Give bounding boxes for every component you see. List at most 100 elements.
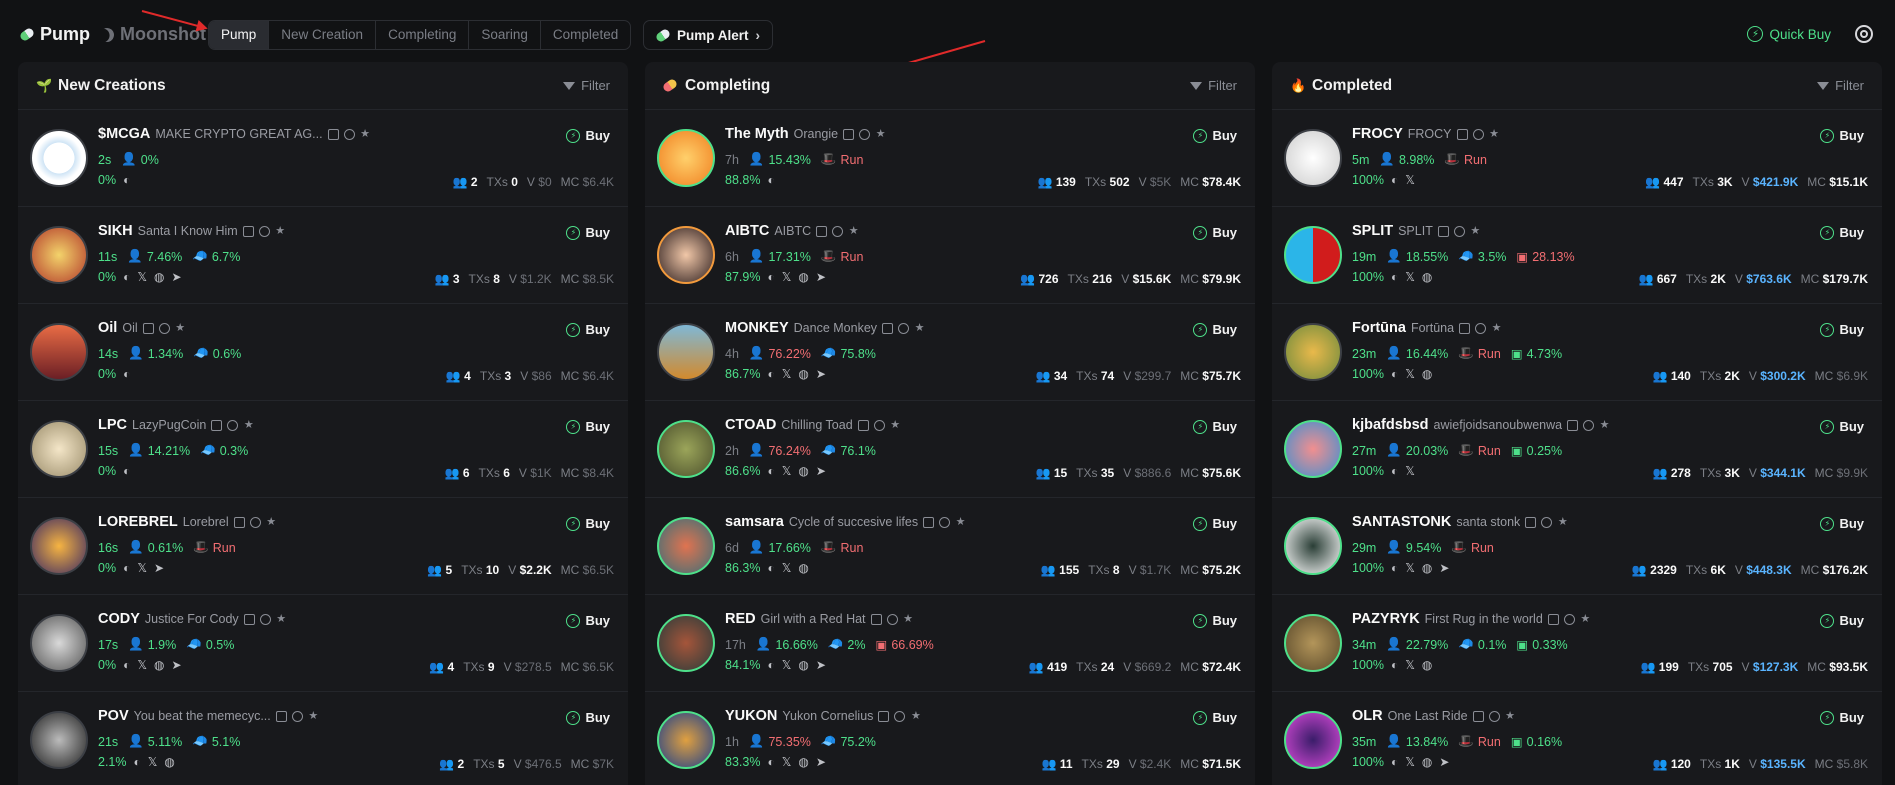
x-icon[interactable]: 𝕏 [782,464,792,478]
token-ticker[interactable]: FROCY [1352,126,1403,142]
pump-brand[interactable]: Pump [18,24,90,45]
search-icon[interactable] [1472,128,1484,140]
globe-icon[interactable]: ◍ [798,658,808,672]
search-icon[interactable] [1583,419,1595,431]
token-ticker[interactable]: CODY [98,611,140,627]
globe-icon[interactable]: ◍ [1422,367,1432,381]
x-icon[interactable]: 𝕏 [1405,561,1415,575]
copy-icon[interactable] [878,710,890,722]
token-avatar[interactable] [30,517,88,575]
telegram-icon[interactable]: ➤ [1439,755,1449,769]
token-ticker[interactable]: CTOAD [725,417,776,433]
token-row[interactable]: AIBTC AIBTC ★ 6h 👤 17.31% 🎩 Run 87.9% ◐ 𝕏 ◍ ➤ ⚡ Buy 👥 7… [645,207,1255,304]
token-ticker[interactable]: PAZYRYK [1352,611,1420,627]
search-icon[interactable] [898,322,910,334]
x-icon[interactable]: 𝕏 [1405,464,1415,478]
globe-icon[interactable]: ◍ [798,270,808,284]
buy-button[interactable]: ⚡ Buy [1193,516,1237,531]
token-ticker[interactable]: OLR [1352,708,1383,724]
globe-icon[interactable]: ◍ [164,755,174,769]
globe-icon[interactable]: ◍ [154,658,164,672]
search-icon[interactable] [1488,710,1500,722]
x-icon[interactable]: 𝕏 [148,755,158,769]
token-ticker[interactable]: AIBTC [725,223,769,239]
token-ticker[interactable]: samsara [725,514,784,530]
token-row[interactable]: Fortūna Fortūna ★ 23m 👤 16.44% 🎩 Run ▣ 4.73% 100% ◐… [1272,304,1882,401]
telegram-icon[interactable]: ➤ [816,367,826,381]
token-row[interactable]: The Myth Orangie ★ 7h 👤 15.43% 🎩 Run 88.8% ◐ ⚡ Buy 👥… [645,110,1255,207]
copy-icon[interactable] [1456,128,1468,140]
token-row[interactable]: samsara Cycle of succesive lifes ★ 6d 👤 17.66… [645,498,1255,595]
buy-button[interactable]: ⚡ Buy [566,710,610,725]
search-icon[interactable] [832,225,844,237]
token-ticker[interactable]: LOREBREL [98,514,178,530]
copy-icon[interactable] [1459,322,1471,334]
token-ticker[interactable]: kjbafdsbsd [1352,417,1429,433]
star-icon[interactable]: ★ [910,710,921,722]
token-row[interactable]: CTOAD Chilling Toad ★ 2h 👤 76.24% 🧢 76.1% 86.6% ◐… [645,401,1255,498]
token-row[interactable]: $MCGA MAKE CRYPTO GREAT AG... ★ 2s 👤 0% 0% ◐ ⚡ Bu… [18,110,628,207]
star-icon[interactable]: ★ [1489,128,1500,140]
globe-icon[interactable]: ◍ [798,367,808,381]
star-icon[interactable]: ★ [1580,613,1591,625]
buy-button[interactable]: ⚡ Buy [1193,419,1237,434]
token-avatar[interactable] [1284,323,1342,381]
search-icon[interactable] [886,613,898,625]
token-avatar[interactable] [1284,711,1342,769]
copy-icon[interactable] [816,225,828,237]
telegram-icon[interactable]: ➤ [816,270,826,284]
buy-button[interactable]: ⚡ Buy [1820,322,1864,337]
token-row[interactable]: OLR One Last Ride ★ 35m 👤 13.84% 🎩 Run ▣ 0.16% 100… [1272,692,1882,785]
globe-icon[interactable]: ◍ [1422,270,1432,284]
star-icon[interactable]: ★ [903,613,914,625]
search-icon[interactable] [1563,613,1575,625]
search-icon[interactable] [291,710,303,722]
copy-icon[interactable] [857,419,869,431]
token-row[interactable]: POV You beat the memecyc... ★ 21s 👤 5.11% 🧢 5.1… [18,692,628,785]
token-row[interactable]: FROCY FROCY ★ 5m 👤 8.98% 🎩 Run 100% ◐ 𝕏 ⚡ Buy 👥 447 TX… [1272,110,1882,207]
search-icon[interactable] [227,419,239,431]
star-icon[interactable]: ★ [1491,322,1502,334]
settings-icon[interactable] [1855,25,1873,43]
search-icon[interactable] [1475,322,1487,334]
filter-button[interactable]: Filter [1817,78,1864,93]
search-icon[interactable] [859,128,871,140]
buy-button[interactable]: ⚡ Buy [1820,613,1864,628]
globe-icon[interactable]: ◍ [154,270,164,284]
star-icon[interactable]: ★ [875,128,886,140]
tab-completing[interactable]: Completing [376,21,470,49]
x-icon[interactable]: 𝕏 [1405,755,1415,769]
token-avatar[interactable] [30,323,88,381]
star-icon[interactable]: ★ [243,419,254,431]
copy-icon[interactable] [882,322,894,334]
star-icon[interactable]: ★ [276,613,287,625]
token-avatar[interactable] [657,517,715,575]
buy-button[interactable]: ⚡ Buy [1820,710,1864,725]
token-row[interactable]: SPLIT SPLIT ★ 19m 👤 18.55% 🧢 3.5% ▣ 28.13% 100% ◐ 𝕏 ◍… [1272,207,1882,304]
token-row[interactable]: Oil Oil ★ 14s 👤 1.34% 🧢 0.6% 0% ◐ ⚡ Buy 👥 4 TXs 3 V $8… [18,304,628,401]
globe-icon[interactable]: ◍ [798,561,808,575]
token-row[interactable]: MONKEY Dance Monkey ★ 4h 👤 76.22% 🧢 75.8% 86.7% ◐… [645,304,1255,401]
copy-icon[interactable] [211,419,223,431]
filter-button[interactable]: Filter [1190,78,1237,93]
token-avatar[interactable] [30,129,88,187]
star-icon[interactable]: ★ [890,419,901,431]
buy-button[interactable]: ⚡ Buy [1193,710,1237,725]
star-icon[interactable]: ★ [308,710,319,722]
star-icon[interactable]: ★ [275,225,286,237]
star-icon[interactable]: ★ [955,516,966,528]
star-icon[interactable]: ★ [1470,225,1481,237]
buy-button[interactable]: ⚡ Buy [566,322,610,337]
buy-button[interactable]: ⚡ Buy [1820,419,1864,434]
star-icon[interactable]: ★ [1599,419,1610,431]
copy-icon[interactable] [243,613,255,625]
token-avatar[interactable] [1284,129,1342,187]
token-ticker[interactable]: POV [98,708,129,724]
copy-icon[interactable] [1547,613,1559,625]
x-icon[interactable]: 𝕏 [782,270,792,284]
buy-button[interactable]: ⚡ Buy [1193,225,1237,240]
token-ticker[interactable]: SANTASTONK [1352,514,1451,530]
copy-icon[interactable] [923,516,935,528]
globe-icon[interactable]: ◍ [1422,755,1432,769]
copy-icon[interactable] [1437,225,1449,237]
